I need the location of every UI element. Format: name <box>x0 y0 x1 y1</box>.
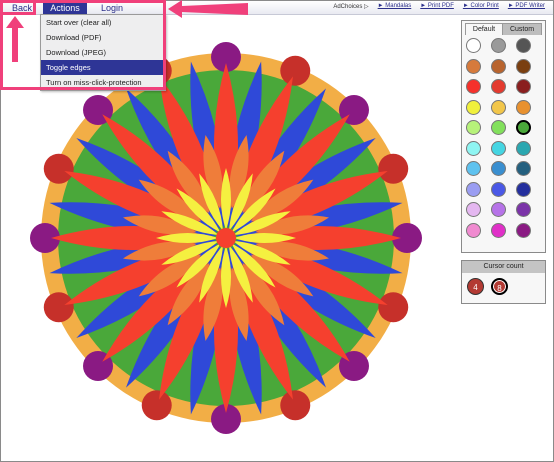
mandala-outer-dot[interactable] <box>141 390 172 421</box>
color-swatch[interactable] <box>466 140 481 156</box>
mandala-outer-dot[interactable] <box>378 292 409 323</box>
color-swatch[interactable] <box>491 58 506 74</box>
color-swatch[interactable] <box>466 120 481 135</box>
tab-default[interactable]: Default <box>465 23 503 35</box>
cursor-count-8-button[interactable]: 8 <box>491 278 508 295</box>
color-swatch[interactable] <box>516 120 531 135</box>
pdf-writer-link[interactable]: ► PDF Writer <box>508 3 545 10</box>
annotation-arrow-up <box>6 16 24 62</box>
color-swatch[interactable] <box>491 99 506 115</box>
cursor-count-4-button[interactable]: 4 <box>467 278 484 295</box>
mandala-canvas[interactable] <box>20 32 432 444</box>
print-pdf-link[interactable]: ► Print PDF <box>420 3 454 10</box>
mandala-outer-dot[interactable] <box>43 292 74 323</box>
top-links: AdChoices ▷ ► Mandalas ► Print PDF ► Col… <box>333 3 545 10</box>
color-swatch[interactable] <box>516 161 531 176</box>
menu-item-download-jpeg[interactable]: Download (JPEG) <box>41 45 165 60</box>
color-swatch[interactable] <box>516 181 531 197</box>
color-swatch[interactable] <box>491 38 506 53</box>
menu-item-download-pdf[interactable]: Download (PDF) <box>41 30 165 45</box>
mandala-outer-dot[interactable] <box>280 390 311 421</box>
color-palette: Default Custom <box>461 20 546 253</box>
color-print-link[interactable]: ► Color Print <box>463 3 499 10</box>
mandala-center[interactable] <box>216 228 236 248</box>
color-swatch[interactable] <box>466 181 481 197</box>
actions-menu[interactable]: Actions <box>43 2 87 14</box>
tab-custom[interactable]: Custom <box>502 23 542 35</box>
menubar: Back Actions Login AdChoices ▷ ► Mandala… <box>1 1 553 15</box>
color-swatch[interactable] <box>491 181 506 197</box>
color-swatch[interactable] <box>491 202 506 217</box>
color-swatch[interactable] <box>466 99 481 115</box>
color-swatch[interactable] <box>466 202 481 217</box>
color-swatch[interactable] <box>466 161 481 176</box>
adchoices-link[interactable]: AdChoices ▷ <box>333 3 368 10</box>
color-swatch[interactable] <box>491 161 506 176</box>
annotation-arrow-left <box>168 0 248 18</box>
color-swatch[interactable] <box>491 120 506 135</box>
color-swatch[interactable] <box>516 140 531 156</box>
palette-tabs: Default Custom <box>462 21 545 35</box>
color-swatch[interactable] <box>516 222 531 238</box>
mandalas-link[interactable]: ► Mandalas <box>378 3 412 10</box>
menu-item-start-over[interactable]: Start over (clear all) <box>41 15 165 30</box>
login-link[interactable]: Login <box>101 2 123 14</box>
color-swatch[interactable] <box>516 58 531 74</box>
color-swatch[interactable] <box>491 222 506 238</box>
menu-item-miss-click-protection[interactable]: Turn on miss-click-protection <box>41 75 165 90</box>
cursor-count-panel: Cursor count 4 8 <box>461 260 546 304</box>
cursor-count-title: Cursor count <box>462 261 545 273</box>
annotation-highlight-back <box>0 0 36 15</box>
color-swatch[interactable] <box>466 222 481 238</box>
color-swatch[interactable] <box>516 38 531 53</box>
mandala-outer-dot[interactable] <box>43 153 74 184</box>
color-swatch[interactable] <box>516 79 531 94</box>
mandala-outer-dot[interactable] <box>378 153 409 184</box>
color-swatch[interactable] <box>466 38 481 53</box>
mandala-outer-dot[interactable] <box>280 55 311 86</box>
actions-dropdown: Start over (clear all) Download (PDF) Do… <box>40 14 166 91</box>
color-swatch[interactable] <box>466 58 481 74</box>
color-swatch[interactable] <box>491 140 506 156</box>
color-swatch[interactable] <box>466 79 481 94</box>
color-swatch[interactable] <box>491 79 506 94</box>
color-swatch[interactable] <box>516 99 531 115</box>
menu-item-toggle-edges[interactable]: Toggle edges <box>41 60 165 75</box>
color-swatch[interactable] <box>516 202 531 217</box>
